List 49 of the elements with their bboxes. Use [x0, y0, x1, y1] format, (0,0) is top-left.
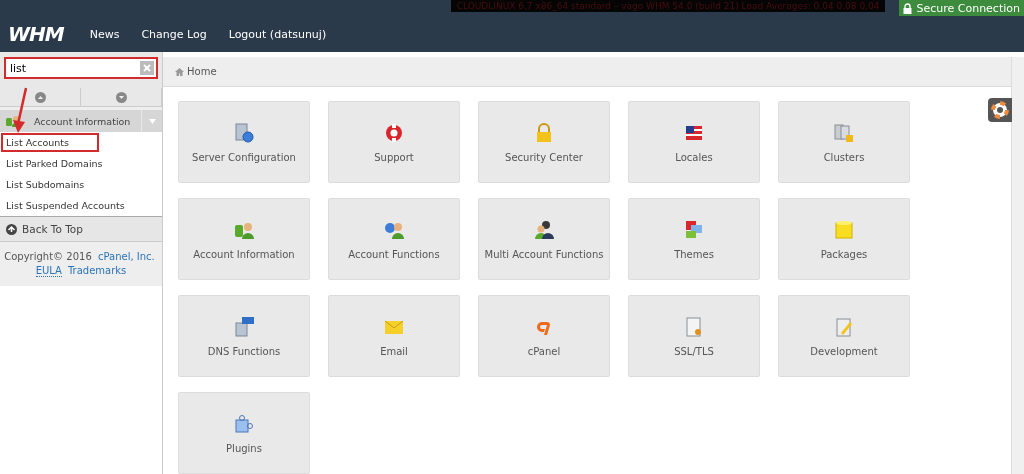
nav-link[interactable]: Logout (datsunuj)	[228, 27, 327, 41]
windows-icon	[683, 218, 705, 241]
notepad-pencil-icon	[833, 315, 855, 338]
back-to-top-label: Back To Top	[22, 223, 83, 235]
category-tile[interactable]: Account Information	[178, 198, 310, 280]
lifebuoy-icon	[383, 121, 405, 144]
annotation-arrow	[13, 87, 27, 134]
users-icon	[533, 218, 555, 241]
secure-connection-badge: Secure Connection	[899, 0, 1024, 16]
copyright-text: Copyright© 2016	[4, 251, 92, 262]
category-tile[interactable]: Locales	[628, 101, 760, 183]
home-icon	[175, 67, 184, 76]
category-tile[interactable]: Email	[328, 295, 460, 377]
clear-icon[interactable]	[140, 61, 154, 75]
help-lifebuoy-icon[interactable]	[988, 98, 1012, 122]
logo[interactable]: WHM	[8, 22, 64, 46]
category-tile[interactable]: SSL/TLS	[628, 295, 760, 377]
up-arrow-icon	[6, 223, 17, 235]
category-tile[interactable]: DNS Functions	[178, 295, 310, 377]
section-title: Account Information	[33, 115, 132, 127]
dns-server-icon	[233, 315, 255, 338]
nav-link[interactable]: Change Log	[141, 27, 207, 41]
padlock-icon	[903, 2, 913, 14]
scroll-down-button[interactable]	[81, 88, 162, 106]
scroll-up-button[interactable]	[0, 88, 81, 106]
category-tile[interactable]: Clusters	[778, 101, 910, 183]
category-tile[interactable]: cPanel	[478, 295, 610, 377]
back-to-top-button[interactable]: Back To Top	[0, 216, 162, 242]
category-tile[interactable]: Account Functions	[328, 198, 460, 280]
category-tile[interactable]: Multi Account Functions	[478, 198, 610, 280]
puzzle-icon	[233, 412, 255, 435]
scrollbar[interactable]	[1011, 57, 1024, 474]
section-header[interactable]: Account Information	[0, 110, 162, 132]
search-box[interactable]: list	[4, 57, 158, 79]
category-tile[interactable]: Server Configuration	[178, 101, 310, 183]
footer-link[interactable]: Trademarks	[67, 265, 127, 276]
box-icon	[833, 218, 855, 241]
category-tile[interactable]: Plugins	[178, 392, 310, 474]
category-tile[interactable]: Support	[328, 101, 460, 183]
company-link[interactable]: cPanel, Inc.	[97, 251, 155, 262]
nav-link[interactable]: News	[89, 27, 120, 41]
category-tile[interactable]: Packages	[778, 198, 910, 280]
computers-lock-icon	[833, 121, 855, 144]
sidebar-item[interactable]: List Accounts	[0, 132, 100, 153]
category-tile[interactable]: Development	[778, 295, 910, 377]
category-tile[interactable]: Themes	[628, 198, 760, 280]
breadcrumb[interactable]: Home	[187, 66, 217, 77]
category-tile[interactable]: Security Center	[478, 101, 610, 183]
footer-link[interactable]: EULA	[35, 265, 62, 277]
